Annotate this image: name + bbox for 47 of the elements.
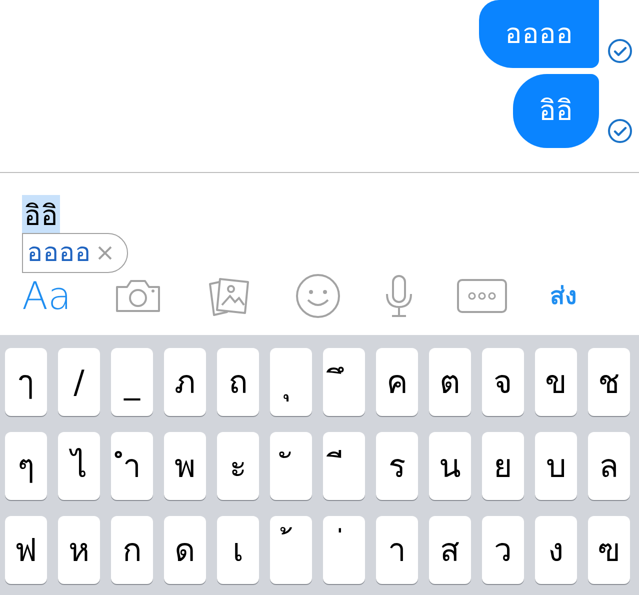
- keyboard-key[interactable]: ฟ: [5, 516, 47, 584]
- keyboard-key[interactable]: ด: [164, 516, 206, 584]
- close-icon[interactable]: [97, 245, 113, 261]
- keyboard-key[interactable]: ภ: [164, 348, 206, 416]
- keyboard-key[interactable]: ฃ: [588, 516, 630, 584]
- keyboard-key[interactable]: ไ: [58, 432, 100, 500]
- keyboard-key[interactable]: ส: [429, 516, 471, 584]
- keyboard-key[interactable]: ่: [323, 516, 365, 584]
- keyboard-key[interactable]: ก: [111, 516, 153, 584]
- more-icon[interactable]: [456, 279, 507, 313]
- keyboard-key[interactable]: ข: [535, 348, 577, 416]
- keyboard-key[interactable]: ุ: [270, 348, 312, 416]
- microphone-icon[interactable]: [384, 274, 414, 318]
- keyboard-key[interactable]: น: [429, 432, 471, 500]
- keyboard-key[interactable]: ้: [270, 516, 312, 584]
- keyboard-key[interactable]: ง: [535, 516, 577, 584]
- keyboard-key[interactable]: ึ: [323, 348, 365, 416]
- keyboard-key[interactable]: ั: [270, 432, 312, 500]
- keyboard-key[interactable]: ห: [58, 516, 100, 584]
- keyboard-key[interactable]: ี: [323, 432, 365, 500]
- keyboard-key[interactable]: พ: [164, 432, 206, 500]
- keyboard-key[interactable]: _: [111, 348, 153, 416]
- camera-icon[interactable]: [114, 277, 162, 315]
- keyboard-key[interactable]: ะ: [217, 432, 259, 500]
- keyboard-key[interactable]: ถ: [217, 348, 259, 416]
- keyboard-key[interactable]: จ: [482, 348, 524, 416]
- autocorrect-suggestion[interactable]: ออออ: [22, 233, 128, 273]
- keyboard-key[interactable]: ล: [588, 432, 630, 500]
- keyboard-key[interactable]: ๅ: [5, 348, 47, 416]
- keyboard-key[interactable]: ย: [482, 432, 524, 500]
- suggestion-text: ออออ: [27, 236, 91, 270]
- keyboard-key[interactable]: บ: [535, 432, 577, 500]
- keyboard-key[interactable]: า: [376, 516, 418, 584]
- keyboard-key[interactable]: ว: [482, 516, 524, 584]
- keyboard-key[interactable]: ๆ: [5, 432, 47, 500]
- message-bubble: อิอิ: [513, 74, 599, 148]
- read-check-icon: [607, 118, 633, 144]
- keyboard-key[interactable]: ำ: [111, 432, 153, 500]
- message-bubble: ออออ: [479, 0, 599, 68]
- keyboard-key[interactable]: เ: [217, 516, 259, 584]
- keyboard-key[interactable]: ต: [429, 348, 471, 416]
- keyboard-key[interactable]: ช: [588, 348, 630, 416]
- keyboard-key[interactable]: /: [58, 348, 100, 416]
- read-check-icon: [607, 38, 633, 64]
- keyboard-key[interactable]: ค: [376, 348, 418, 416]
- keyboard-key[interactable]: ร: [376, 432, 418, 500]
- smiley-icon[interactable]: [294, 273, 341, 319]
